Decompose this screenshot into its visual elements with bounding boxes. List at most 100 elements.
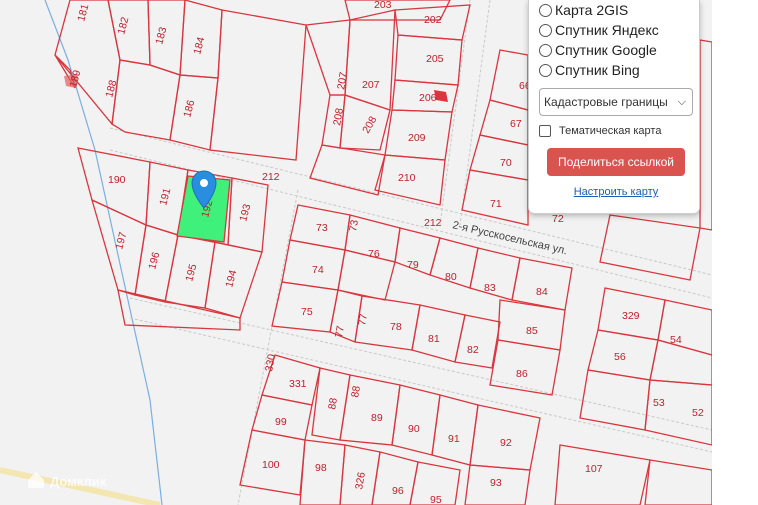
plot-number: 73 [347, 219, 361, 233]
road-edge [459, 0, 491, 226]
plot [111, 59, 181, 141]
plot-number: 100 [262, 459, 280, 471]
plot [649, 339, 712, 386]
plot [344, 9, 396, 111]
plot-number: 77 [356, 313, 370, 327]
plot-number: 53 [653, 397, 665, 409]
plot-number: 92 [500, 437, 512, 449]
plot-number: 202 [424, 14, 442, 26]
plot-number: 85 [526, 325, 538, 337]
plot-number: 72 [552, 213, 564, 225]
plot-number: 82 [467, 344, 479, 356]
plot-number: 91 [448, 433, 460, 445]
map-pin-dot [200, 179, 208, 187]
map-layers-panel: Карта 2GIS Спутник Яндекс Спутник Google… [528, 0, 700, 214]
watermark: Домклик [28, 472, 107, 489]
plot-number: 71 [490, 198, 502, 210]
plot-number: 98 [315, 462, 327, 474]
plot-number: 75 [301, 306, 313, 318]
plot-number: 107 [585, 463, 603, 475]
plot [699, 39, 712, 231]
plot [209, 9, 307, 161]
plot-number: 331 [289, 378, 307, 390]
plot [107, 0, 151, 66]
plot-number: 209 [408, 132, 426, 144]
plot-number: 86 [516, 368, 528, 380]
radio-icon[interactable] [539, 43, 552, 57]
plot [657, 299, 712, 356]
basemap-option-bing[interactable]: Спутник Bing [539, 60, 693, 80]
plot-number: 208 [331, 107, 346, 126]
plot [579, 369, 651, 431]
page-margin [712, 0, 758, 505]
plot-number: 207 [335, 71, 350, 90]
basemap-option-yandex[interactable]: Спутник Яндекс [539, 20, 693, 40]
plot-number: 208 [360, 114, 379, 135]
plot-number: 88 [349, 385, 363, 399]
plot-number: 76 [368, 248, 380, 260]
stream-line [44, 0, 163, 505]
thematic-map-label: Тематическая карта [559, 125, 662, 137]
plot [309, 144, 386, 196]
basemap-option-google[interactable]: Спутник Google [539, 40, 693, 60]
plot-number: 212 [424, 217, 442, 229]
radio-icon[interactable] [539, 3, 552, 17]
plot [339, 374, 401, 446]
plot-number: 80 [445, 271, 457, 283]
plot-number: 83 [484, 282, 496, 294]
plot [77, 147, 151, 226]
share-link-button[interactable]: Поделиться ссылкой [547, 148, 685, 176]
plot-number: 96 [392, 485, 404, 497]
plot-number: 191 [157, 187, 173, 207]
plot-number: 99 [275, 416, 287, 428]
basemap-option-2gis[interactable]: Карта 2GIS [539, 0, 693, 20]
plot-number: 89 [371, 412, 383, 424]
plot-number: 81 [428, 333, 440, 345]
plot-number: 184 [191, 36, 207, 56]
plot-number: 74 [312, 264, 324, 276]
plot-number: 90 [408, 423, 420, 435]
radio-icon[interactable] [539, 63, 552, 77]
plot-number: 206 [419, 92, 437, 104]
plot-number: 197 [113, 231, 129, 251]
plot-number: 84 [536, 286, 548, 298]
plot-number: 196 [146, 251, 162, 271]
radio-icon[interactable] [539, 23, 552, 37]
basemap-option-label: Спутник Google [555, 42, 657, 58]
plot-number: 93 [490, 477, 502, 489]
plot-number: 73 [316, 222, 328, 234]
plot-number: 182 [115, 16, 131, 36]
plot-number: 190 [108, 174, 126, 186]
checkbox-icon[interactable] [539, 125, 551, 137]
plot-number: 207 [362, 79, 380, 91]
plot-number: 326 [353, 471, 368, 490]
plot [511, 257, 573, 311]
configure-map-link[interactable]: Настроить карту [539, 186, 693, 198]
basemap-option-label: Спутник Bing [555, 62, 640, 78]
plot-number: 212 [262, 171, 280, 183]
plot-number: 88 [326, 397, 340, 411]
plot-number: 78 [390, 321, 402, 333]
plot-number: 210 [398, 172, 416, 184]
plot-number: 181 [75, 3, 91, 23]
plot-number: 56 [614, 351, 626, 363]
plot-number: 194 [223, 269, 239, 289]
plot-number: 70 [500, 157, 512, 169]
plot [454, 314, 501, 369]
road-edge [237, 189, 299, 505]
plot [469, 134, 529, 181]
plot-number: 79 [407, 259, 419, 271]
plot [599, 214, 701, 281]
basemap-option-label: Карта 2GIS [555, 2, 629, 18]
plot-number: 330 [263, 353, 278, 372]
plot [644, 459, 712, 505]
layer-select-value: Кадастровые границы [544, 95, 668, 109]
plot-number: 329 [622, 310, 640, 322]
plot-number: 95 [430, 494, 442, 505]
plot [554, 444, 651, 505]
plot-number: 54 [670, 334, 682, 346]
plot-number: 193 [237, 203, 253, 223]
layer-select[interactable]: Кадастровые границы ⌵ [539, 88, 693, 116]
plot-number: 203 [374, 0, 392, 11]
thematic-map-checkbox[interactable]: Тематическая карта [539, 125, 693, 137]
